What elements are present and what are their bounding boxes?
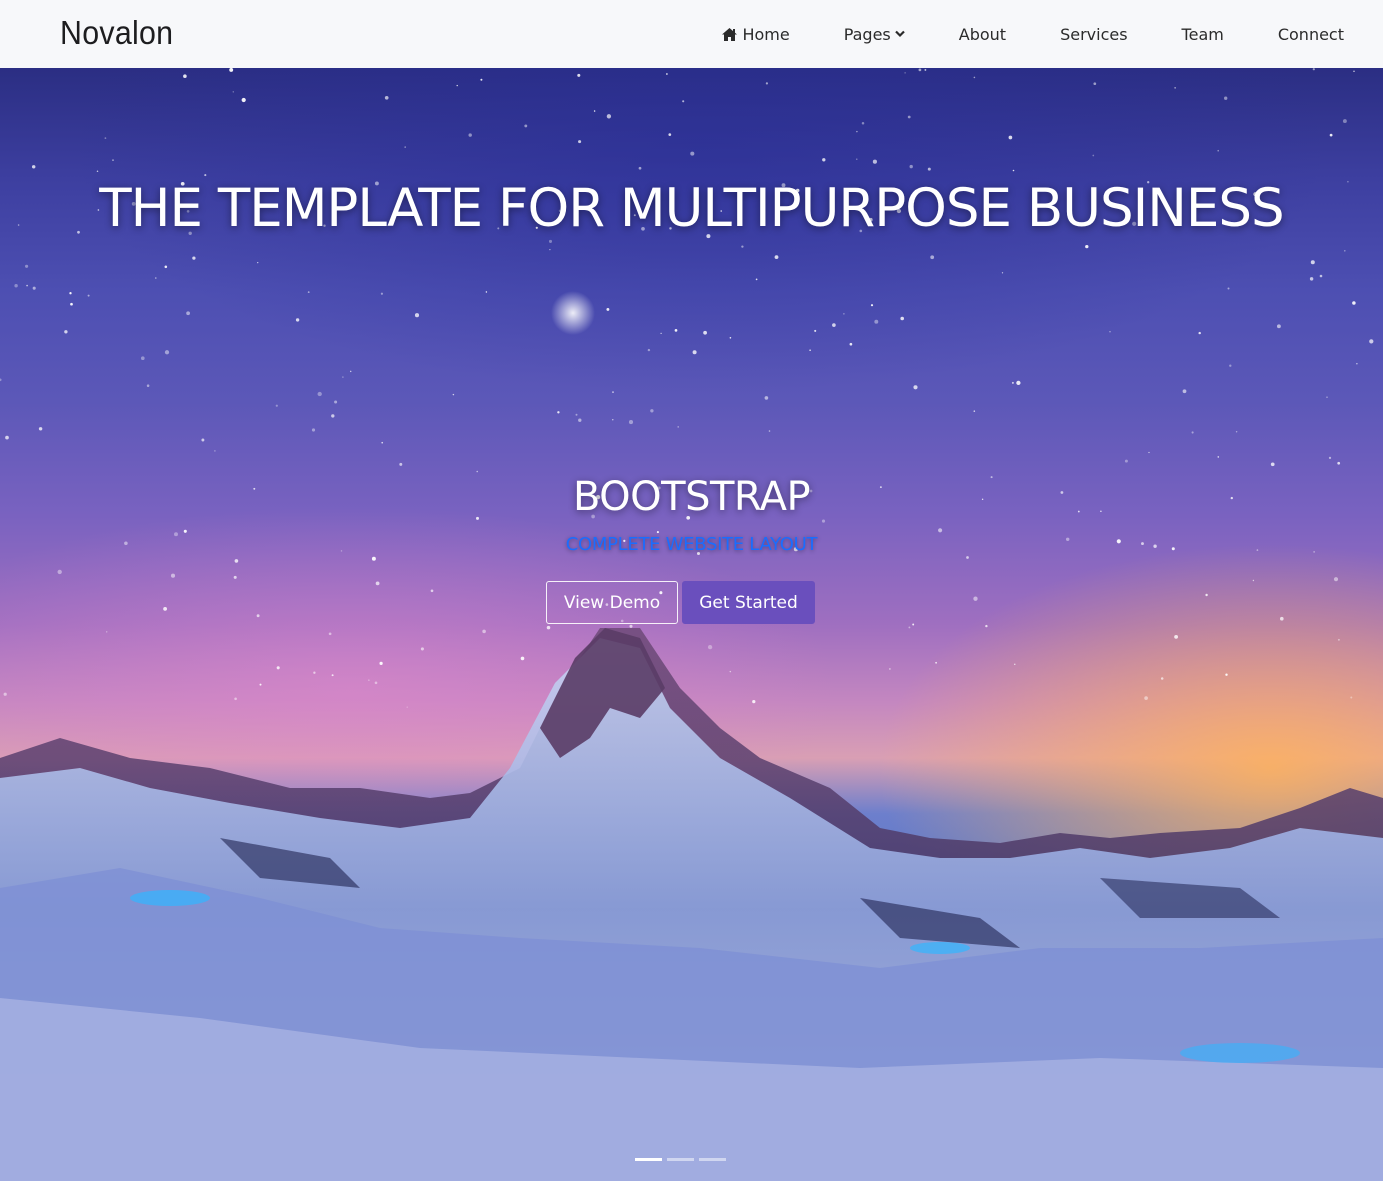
nav-item-services[interactable]: Services bbox=[1060, 25, 1127, 44]
hero-tagline: COMPLETE WEBSITE LAYOUT bbox=[565, 534, 818, 555]
nav-links: Home Pages About Services Team Connect bbox=[721, 0, 1344, 68]
nav-item-connect[interactable]: Connect bbox=[1278, 25, 1344, 44]
nav-item-pages[interactable]: Pages bbox=[844, 25, 905, 44]
carousel-indicator[interactable] bbox=[667, 1158, 694, 1161]
nav-item-team[interactable]: Team bbox=[1182, 25, 1224, 44]
get-started-button[interactable]: Get Started bbox=[682, 581, 815, 624]
nav-item-label: Team bbox=[1181, 24, 1224, 44]
carousel-indicator[interactable] bbox=[699, 1158, 726, 1161]
carousel-indicator[interactable] bbox=[635, 1158, 662, 1161]
nav-item-label: Connect bbox=[1277, 24, 1344, 44]
nav-item-label: About bbox=[958, 24, 1007, 44]
hero-buttons: View Demo Get Started bbox=[546, 581, 815, 624]
hero-title: THE TEMPLATE FOR MULTIPURPOSE BUSINESS bbox=[99, 178, 1284, 239]
nav-item-label: Home bbox=[742, 24, 790, 44]
nav-item-label: Pages bbox=[843, 24, 891, 44]
hero-carousel: THE TEMPLATE FOR MULTIPURPOSE BUSINESS B… bbox=[0, 68, 1383, 1181]
nav-item-label: Services bbox=[1060, 24, 1128, 44]
home-icon bbox=[721, 27, 738, 42]
chevron-down-icon bbox=[894, 30, 905, 38]
view-demo-button[interactable]: View Demo bbox=[546, 581, 678, 624]
carousel-indicators bbox=[635, 1158, 731, 1161]
hero-subtitle: BOOTSTRAP bbox=[572, 474, 811, 520]
nav-item-about[interactable]: About bbox=[959, 25, 1006, 44]
brand-logo[interactable]: Novalon bbox=[60, 14, 173, 52]
navbar: Novalon Home Pages About Services Team C… bbox=[0, 0, 1383, 68]
nav-item-home[interactable]: Home bbox=[721, 24, 790, 44]
